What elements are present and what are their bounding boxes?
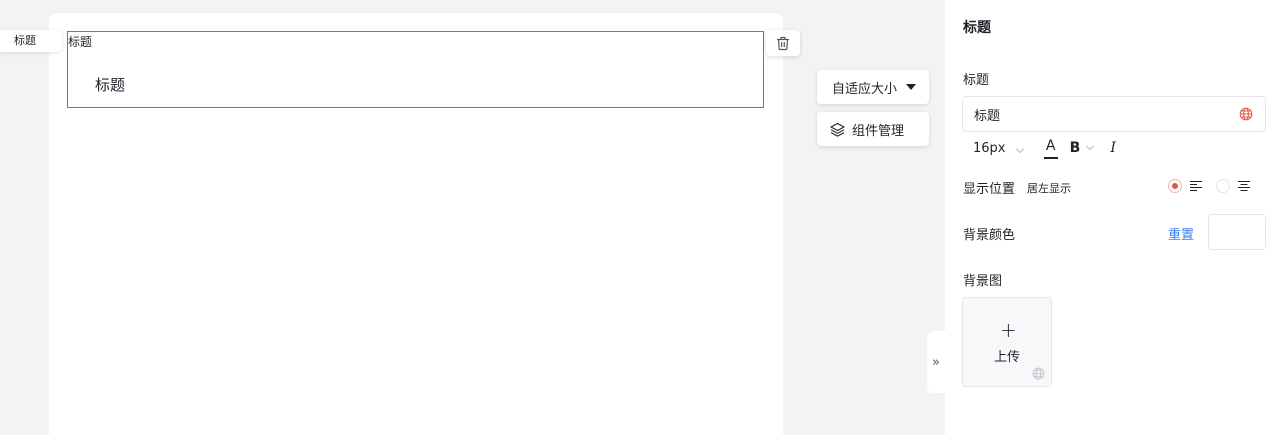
position-label: 显示位置 — [963, 182, 1016, 197]
title-input[interactable]: 标题 — [962, 96, 1266, 132]
bg-color-swatch[interactable] — [1208, 214, 1266, 250]
bold-icon: B — [1069, 140, 1081, 156]
component-manage-label: 组件管理 — [852, 123, 905, 139]
auto-size-label: 自适应大小 — [832, 81, 898, 97]
title-field-label: 标题 — [963, 73, 990, 88]
upload-button[interactable]: + 上传 — [962, 297, 1052, 387]
reset-color-link[interactable]: 重置 — [1168, 224, 1194, 243]
position-value: 居左显示 — [1027, 182, 1071, 195]
title-widget[interactable]: 标题 标题 — [67, 31, 764, 108]
italic-button[interactable]: I — [1110, 140, 1116, 156]
component-manage-button[interactable]: 组件管理 — [817, 112, 929, 146]
bg-image-label: 背景图 — [963, 274, 1003, 289]
double-chevron-right-icon: » — [932, 354, 940, 370]
layers-icon — [830, 122, 845, 137]
align-left-radio[interactable] — [1168, 179, 1182, 193]
panel-title: 标题 — [963, 20, 991, 36]
plus-icon: + — [1000, 318, 1017, 342]
chevron-down-icon — [1015, 144, 1024, 153]
upload-label: 上传 — [993, 350, 1020, 365]
align-left-icon — [1190, 180, 1202, 192]
bold-toggle[interactable]: B — [1058, 140, 1095, 156]
font-color-button[interactable]: A — [1043, 138, 1058, 159]
delete-button[interactable] — [766, 30, 800, 56]
collapse-panel-button[interactable]: » — [927, 331, 945, 393]
globe-icon[interactable] — [1239, 107, 1253, 121]
component-tag[interactable]: 标题 — [0, 30, 62, 52]
align-center-radio[interactable] — [1216, 179, 1230, 193]
font-size-value: 16px — [973, 140, 1006, 156]
title-input-value: 标题 — [974, 108, 1001, 124]
trash-icon — [777, 36, 789, 50]
bg-color-label: 背景颜色 — [963, 228, 1016, 243]
align-center-icon — [1238, 180, 1250, 192]
widget-title-text: 标题 — [95, 76, 126, 94]
text-format-toolbar: 16px A B I — [973, 138, 1116, 159]
font-size-select[interactable]: 16px — [973, 140, 1024, 156]
globe-icon — [1032, 367, 1045, 380]
chevron-down-icon — [1086, 141, 1095, 151]
caret-down-icon — [906, 84, 917, 90]
widget-caption: 标题 — [68, 35, 93, 49]
auto-size-dropdown[interactable]: 自适应大小 — [817, 70, 929, 104]
property-panel: 标题 标题 标题 16px A B I 显示位置 居左显示 背景颜色 重置 背景… — [945, 0, 1280, 435]
